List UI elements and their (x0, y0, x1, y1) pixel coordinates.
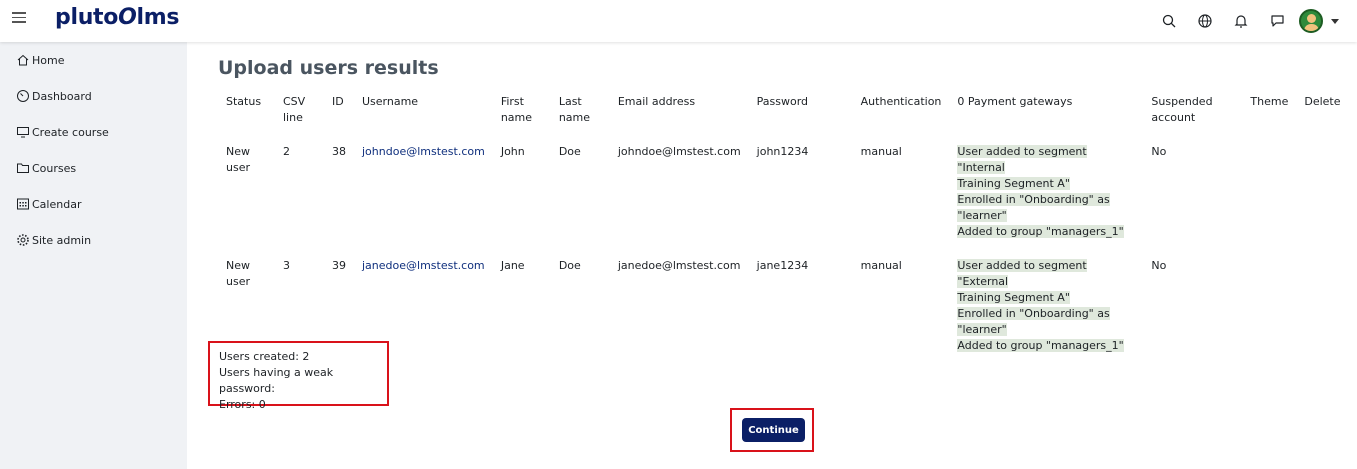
cell-theme (1242, 250, 1296, 364)
header-theme: Theme (1250, 95, 1289, 108)
cell-email: janedoe@lmstest.com (617, 259, 741, 272)
bell-icon[interactable] (1223, 7, 1259, 35)
results-table: Status CSV line ID Username First name Las… (218, 92, 1349, 364)
header-payment-gateways: 0 Payment gateways (957, 95, 1073, 108)
cell-first-name: John (500, 145, 525, 158)
top-icons (1151, 7, 1339, 35)
sidebar-item-calendar[interactable]: Calendar (0, 186, 187, 222)
cell-email: johndoe@lmstest.com (617, 145, 741, 158)
header-password: Password (756, 95, 809, 108)
cell-auth: manual (860, 259, 902, 272)
page-title: Upload users results (218, 57, 439, 79)
cell-status: New user (226, 145, 250, 174)
chat-icon[interactable] (1259, 7, 1295, 35)
cell-password: jane1234 (756, 259, 809, 272)
sidebar-item-label: Courses (32, 161, 77, 175)
header-csv-line: CSV line (283, 95, 306, 124)
cell-delete (1296, 250, 1348, 364)
logo-text-right: lms (136, 5, 180, 30)
sidebar-item-label: Dashboard (32, 89, 92, 103)
cell-last-name: Doe (558, 259, 581, 272)
logo-text-left: pluto (55, 5, 119, 30)
sidebar-item-label: Site admin (32, 233, 92, 247)
cell-id: 38 (332, 145, 346, 158)
folder-icon (17, 163, 29, 173)
cell-delete (1296, 136, 1348, 250)
calendar-icon (17, 198, 29, 210)
avatar[interactable] (1299, 9, 1323, 33)
cell-first-name: Jane (500, 259, 525, 272)
gear-icon (17, 234, 29, 246)
home-icon (17, 54, 29, 66)
cell-theme (1242, 136, 1296, 250)
top-navbar: plutoOlms (0, 0, 1357, 42)
header-status: Status (226, 95, 262, 108)
sidebar-item-home[interactable]: Home (0, 42, 187, 78)
cell-suspended: No (1151, 145, 1167, 158)
cell-csv-line: 2 (283, 145, 290, 158)
summary-errors: Errors: 0 (219, 398, 266, 411)
sidebar-item-courses[interactable]: Courses (0, 150, 187, 186)
upload-summary: Users created: 2 Users having a weak pas… (208, 341, 389, 411)
site-logo[interactable]: plutoOlms (55, 5, 179, 30)
menu-toggle-icon[interactable] (12, 12, 26, 24)
sidebar-item-label: Create course (32, 125, 109, 139)
cell-last-name: Doe (558, 145, 581, 158)
table-header-row: Status CSV line ID Username First name Las… (218, 92, 1349, 136)
header-email: Email address (617, 95, 696, 108)
sidebar-item-dashboard[interactable]: Dashboard (0, 78, 187, 114)
summary-users-created: Users created: 2 (219, 350, 310, 363)
logo-mark: O (118, 5, 137, 30)
sidebar-item-create-course[interactable]: Create course (0, 114, 187, 150)
cell-payment-log: User added to segment "External Training… (957, 259, 1124, 352)
cell-suspended: No (1151, 259, 1167, 272)
header-delete: Delete (1304, 95, 1341, 108)
cell-username-link[interactable]: johndoe@lmstest.com (354, 136, 493, 250)
main-content: Upload users results Status CSV line ID U… (187, 42, 1357, 469)
summary-weak-password: Users having a weak password: (219, 366, 334, 395)
header-authentication: Authentication (860, 95, 942, 108)
continue-highlight: Continue (730, 408, 814, 452)
cell-password: john1234 (756, 145, 809, 158)
monitor-icon (17, 127, 29, 138)
header-id: ID (332, 95, 344, 108)
chevron-down-icon[interactable] (1331, 18, 1339, 24)
header-suspended: Suspended account (1151, 95, 1213, 124)
cell-payment-log: User added to segment "Internal Training… (957, 145, 1124, 238)
header-last-name: Last name (558, 95, 591, 124)
continue-button[interactable]: Continue (742, 418, 805, 442)
sidebar-item-label: Home (32, 53, 65, 67)
sidebar: Home Dashboard Create course Courses Cal… (0, 42, 187, 469)
table-row: New user 2 38 johndoe@lmstest.com John Do… (218, 136, 1349, 250)
globe-icon[interactable] (1187, 7, 1223, 35)
header-username: Username (362, 95, 419, 108)
sidebar-item-site-admin[interactable]: Site admin (0, 222, 187, 258)
search-icon[interactable] (1151, 7, 1187, 35)
cell-auth: manual (860, 145, 902, 158)
sidebar-item-label: Calendar (32, 197, 82, 211)
gauge-icon (17, 90, 29, 102)
header-first-name: First name (500, 95, 533, 124)
